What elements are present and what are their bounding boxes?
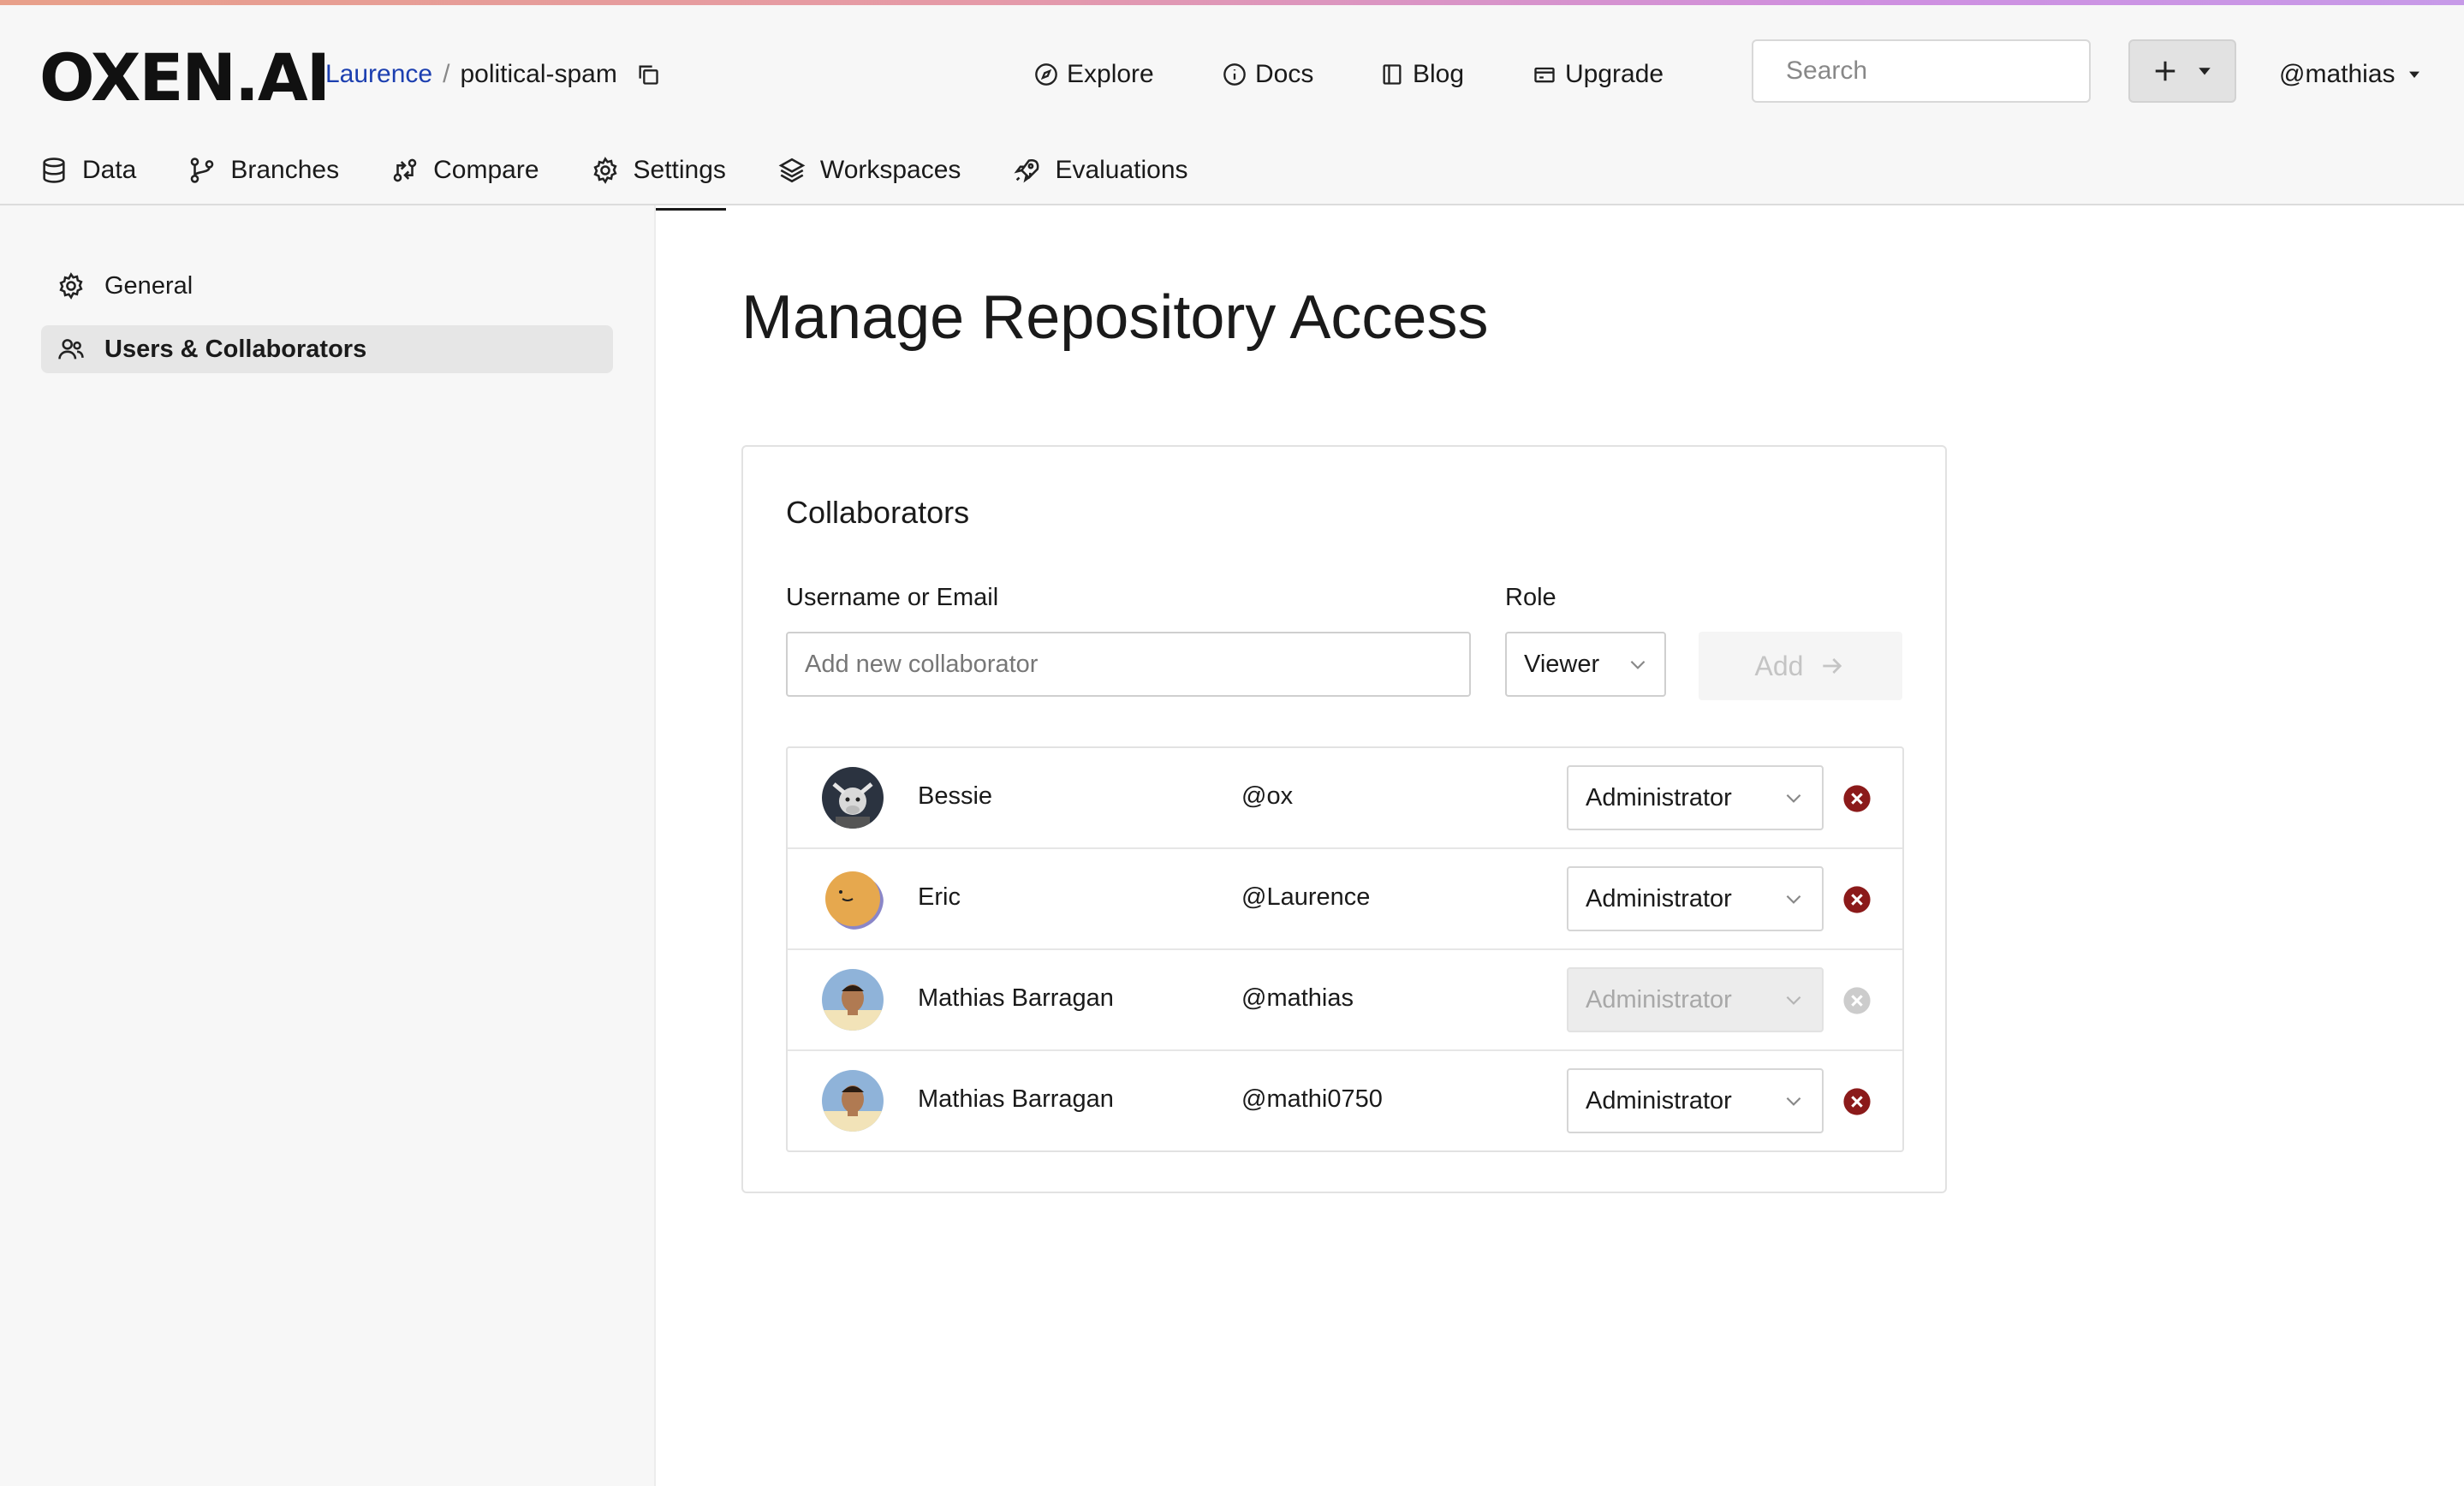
role-label: Role: [1505, 584, 1556, 611]
tab-compare-label: Compare: [433, 156, 539, 184]
settings-sidebar: General Users & Collaborators: [0, 205, 656, 1486]
page-title: Manage Repository Access: [741, 283, 1489, 352]
breadcrumb-owner-link[interactable]: Laurence: [325, 60, 432, 89]
role-select-value: Viewer: [1524, 650, 1600, 678]
tab-settings[interactable]: Settings: [590, 147, 727, 211]
sidebar-item-general[interactable]: General: [41, 262, 613, 310]
create-new-button[interactable]: [2128, 39, 2236, 103]
collaborator-name: Mathias Barragan: [918, 1085, 1114, 1113]
logo[interactable]: OXEN.AI: [39, 39, 330, 116]
breadcrumb-separator: /: [443, 60, 450, 88]
search-input[interactable]: [1784, 56, 2118, 86]
tab-data-label: Data: [82, 156, 137, 184]
collaborator-input[interactable]: [786, 632, 1471, 697]
info-icon: [1223, 63, 1246, 86]
layers-icon: [778, 158, 806, 183]
remove-collaborator-icon[interactable]: [1842, 885, 1872, 914]
role-select[interactable]: Viewer: [1505, 632, 1666, 697]
card-icon: [1534, 67, 1555, 83]
nav-docs-label: Docs: [1255, 60, 1314, 88]
users-icon: [58, 339, 84, 360]
nav-upgrade[interactable]: Upgrade: [1533, 60, 1663, 89]
collaborators-card: Collaborators Username or Email Role Vie…: [741, 445, 1947, 1193]
avatar: [822, 1070, 884, 1132]
tab-settings-label: Settings: [633, 156, 726, 184]
collaborators-table: Bessie @ox Administrator Eric @Laurence …: [786, 746, 1904, 1152]
collaborator-role-select[interactable]: Administrator: [1567, 1068, 1824, 1133]
gear-icon: [592, 157, 617, 184]
collaborator-role-value: Administrator: [1586, 985, 1732, 1013]
collaborator-role-select: Administrator: [1567, 967, 1824, 1032]
caret-down-icon: [2408, 71, 2419, 78]
user-menu[interactable]: @mathias: [2279, 60, 2421, 89]
tab-data[interactable]: Data: [39, 147, 136, 205]
remove-collaborator-icon[interactable]: [1842, 784, 1872, 813]
collaborator-handle: @ox: [1241, 782, 1294, 810]
user-handle: @mathias: [2279, 60, 2396, 88]
collaborator-role-value: Administrator: [1586, 1086, 1732, 1114]
gear-icon: [59, 272, 83, 300]
branch-icon: [191, 158, 214, 183]
avatar: [822, 767, 884, 829]
header: OXEN.AI Laurence / political-spam Explor…: [0, 5, 2464, 211]
collaborator-role-select[interactable]: Administrator: [1567, 866, 1824, 931]
remove-collaborator-icon: [1843, 987, 1871, 1014]
chevron-down-icon: [1630, 660, 1646, 669]
tab-compare[interactable]: Compare: [390, 147, 539, 205]
nav-explore-label: Explore: [1067, 60, 1154, 88]
sidebar-item-users-label: Users & Collaborators: [104, 335, 367, 363]
chevron-down-icon: [1786, 996, 1801, 1005]
chevron-down-icon: [1786, 1097, 1801, 1106]
remove-collaborator-icon[interactable]: [1842, 1087, 1872, 1116]
avatar: [822, 969, 884, 1031]
collaborator-name: Mathias Barragan: [918, 984, 1114, 1012]
add-button-label: Add: [1754, 650, 1804, 681]
collaborator-row: Mathias Barragan @mathias Administrator: [788, 950, 1902, 1051]
username-label: Username or Email: [786, 584, 999, 611]
rocket-icon: [1014, 159, 1039, 183]
tab-evaluations-label: Evaluations: [1055, 156, 1188, 184]
copy-icon[interactable]: [636, 62, 660, 86]
tab-branches-label: Branches: [230, 156, 340, 184]
collaborator-role-value: Administrator: [1586, 884, 1732, 912]
collaborator-name: Bessie: [918, 782, 993, 810]
tab-evaluations[interactable]: Evaluations: [1012, 147, 1188, 205]
sidebar-item-general-label: General: [104, 271, 193, 300]
sidebar-item-users-collaborators[interactable]: Users & Collaborators: [41, 325, 613, 373]
nav-blog[interactable]: Blog: [1380, 60, 1464, 89]
collaborator-row: Bessie @ox Administrator: [788, 748, 1902, 849]
avatar: [822, 868, 884, 930]
collaborator-name: Eric: [918, 883, 961, 911]
chevron-down-icon: [1786, 794, 1801, 803]
compare-icon: [393, 158, 417, 182]
arrow-right-icon: [1823, 658, 1842, 674]
collaborator-role-value: Administrator: [1586, 783, 1732, 811]
repo-tabs: Data Branches Compare Settings Workspace…: [39, 147, 1240, 211]
collaborator-handle: @mathias: [1241, 984, 1354, 1012]
breadcrumb: Laurence / political-spam: [325, 60, 660, 89]
tab-workspaces[interactable]: Workspaces: [777, 147, 961, 205]
tab-workspaces-label: Workspaces: [819, 156, 961, 184]
collaborators-title: Collaborators: [786, 495, 970, 530]
book-icon: [1383, 64, 1402, 85]
collaborator-handle: @Laurence: [1241, 883, 1371, 911]
breadcrumb-repo[interactable]: political-spam: [460, 60, 616, 89]
nav-explore[interactable]: Explore: [1034, 60, 1154, 89]
collaborator-row: Mathias Barragan @mathi0750 Administrato…: [788, 1051, 1902, 1152]
nav-docs[interactable]: Docs: [1223, 60, 1313, 89]
nav-upgrade-label: Upgrade: [1565, 60, 1664, 88]
collaborator-row: Eric @Laurence Administrator: [788, 849, 1902, 950]
chevron-down-icon: [1786, 895, 1801, 904]
database-icon: [43, 158, 65, 183]
search-box[interactable]: [1752, 39, 2118, 103]
plus-icon: [2155, 61, 2175, 81]
add-collaborator-button[interactable]: Add: [1699, 632, 1902, 700]
compass-icon: [1035, 63, 1057, 86]
collaborator-role-select[interactable]: Administrator: [1567, 765, 1824, 830]
caret-down-icon: [2199, 68, 2211, 75]
tab-branches[interactable]: Branches: [187, 147, 339, 205]
nav-blog-label: Blog: [1413, 60, 1465, 88]
collaborator-handle: @mathi0750: [1241, 1085, 1383, 1113]
